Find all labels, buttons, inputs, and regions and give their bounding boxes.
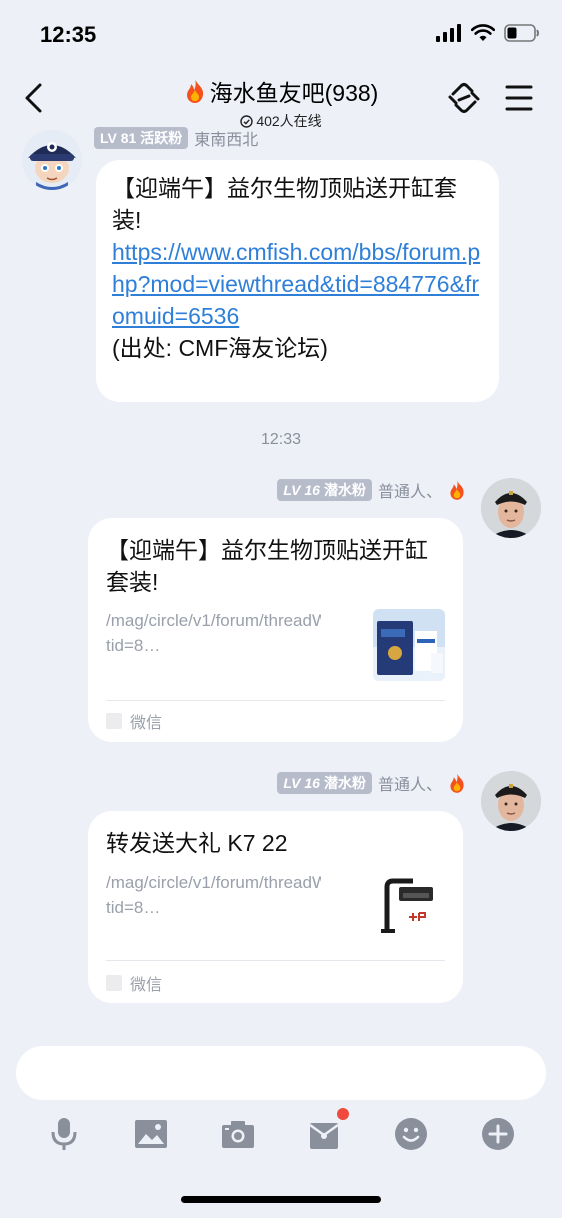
plus-icon [482, 1118, 514, 1150]
card-thumbnail [373, 609, 445, 681]
voice-button[interactable] [44, 1114, 84, 1154]
notification-dot [337, 1108, 349, 1120]
camera-button[interactable] [218, 1114, 258, 1154]
camera-icon [222, 1121, 254, 1148]
card-title: 【迎端午】益尔生物顶贴送开缸套装! [106, 537, 428, 595]
card-description: /mag/circle/v1/forum/threadWapPage?tid=8… [106, 873, 321, 917]
emoji-button[interactable] [391, 1114, 431, 1154]
level-badge: LV 16 潜水粉 [277, 772, 372, 794]
card-source-label: 微信 [130, 977, 163, 994]
person-avatar-icon [481, 771, 541, 831]
message-text: 【迎端午】益尔生物顶贴送开缸套装! [112, 175, 457, 233]
image-button[interactable] [131, 1114, 171, 1154]
home-indicator[interactable] [181, 1196, 381, 1203]
timestamp: 12:33 [260, 431, 302, 448]
product-box-image [373, 609, 445, 681]
product-lamp-image [373, 869, 445, 941]
link-share-icon [448, 83, 480, 113]
wechat-source-icon [106, 713, 122, 729]
page-title-text: 海水鱼友吧(938) [209, 80, 379, 106]
page-title: 海水鱼友吧(938) [184, 74, 379, 108]
avatar-sender-2[interactable] [481, 478, 541, 538]
level-title: 潜水粉 [323, 482, 366, 498]
sender-row-2: LV 16 潜水粉 普通人、 [277, 478, 466, 502]
avatar-sender-1[interactable] [22, 130, 82, 190]
card-divider [106, 960, 445, 961]
link-card-2[interactable]: 转发送大礼 K7 22 /mag/circle/v1/forum/threadW… [88, 811, 463, 1003]
message-bubble-1[interactable]: 【迎端午】益尔生物顶贴送开缸套装! https://www.cmfish.com… [96, 160, 499, 402]
signal-icon [436, 24, 461, 42]
cartoon-avatar-icon [22, 130, 82, 190]
microphone-icon [51, 1118, 77, 1150]
image-icon [135, 1120, 167, 1148]
hamburger-menu-icon [505, 85, 533, 111]
card-divider [106, 700, 445, 701]
sender-row-3: LV 16 潜水粉 普通人、 [277, 771, 466, 795]
level-badge: LV 16 潜水粉 [277, 479, 372, 501]
card-source: 微信 [106, 709, 162, 733]
sender-name[interactable]: 普通人、 [378, 478, 442, 502]
sender-row-1: LV 81 活跃粉 東南西北 [94, 126, 258, 150]
menu-button[interactable] [500, 78, 540, 118]
message-input[interactable] [16, 1046, 546, 1100]
composer [0, 1034, 562, 1218]
more-button[interactable] [478, 1114, 518, 1154]
flame-icon [450, 773, 464, 793]
status-icons [436, 24, 540, 42]
nav-bar: 海水鱼友吧(938) 402人在线 [0, 62, 562, 132]
wechat-source-icon [106, 975, 122, 991]
level-badge: LV 81 活跃粉 [94, 127, 189, 149]
person-avatar-icon [481, 478, 541, 538]
card-thumbnail [373, 869, 445, 941]
message-source-note: (出处: CMF海友论坛) [112, 335, 328, 361]
red-packet-button[interactable] [305, 1108, 349, 1154]
status-time: 12:35 [40, 22, 97, 47]
red-packet-icon [309, 1123, 339, 1149]
link-card-1[interactable]: 【迎端午】益尔生物顶贴送开缸套装! /mag/circle/v1/forum/t… [88, 518, 463, 742]
card-source-label: 微信 [130, 715, 163, 732]
flame-icon [186, 79, 203, 103]
status-bar: 12:35 [0, 0, 562, 62]
level-title: 潜水粉 [323, 775, 366, 791]
level-number: LV 16 [283, 775, 320, 791]
composer-toolbar [0, 1108, 562, 1158]
avatar-sender-3[interactable] [481, 771, 541, 831]
message-link[interactable]: https://www.cmfish.com/bbs/forum.php?mod… [112, 236, 483, 332]
card-title: 转发送大礼 K7 22 [106, 830, 288, 856]
level-number: LV 16 [283, 482, 320, 498]
emoji-icon [395, 1118, 427, 1150]
share-link-button[interactable] [444, 78, 484, 118]
sender-name[interactable]: 普通人、 [378, 771, 442, 795]
flame-icon [450, 480, 464, 500]
chat-list[interactable]: LV 81 活跃粉 東南西北 【迎端午】益尔生物顶贴送开缸套装! https:/… [0, 126, 562, 1034]
card-description: /mag/circle/v1/forum/threadWapPage?tid=8… [106, 611, 321, 655]
card-source: 微信 [106, 971, 162, 995]
wifi-icon [471, 24, 495, 41]
battery-icon [504, 24, 539, 42]
sender-name[interactable]: 東南西北 [194, 126, 258, 150]
